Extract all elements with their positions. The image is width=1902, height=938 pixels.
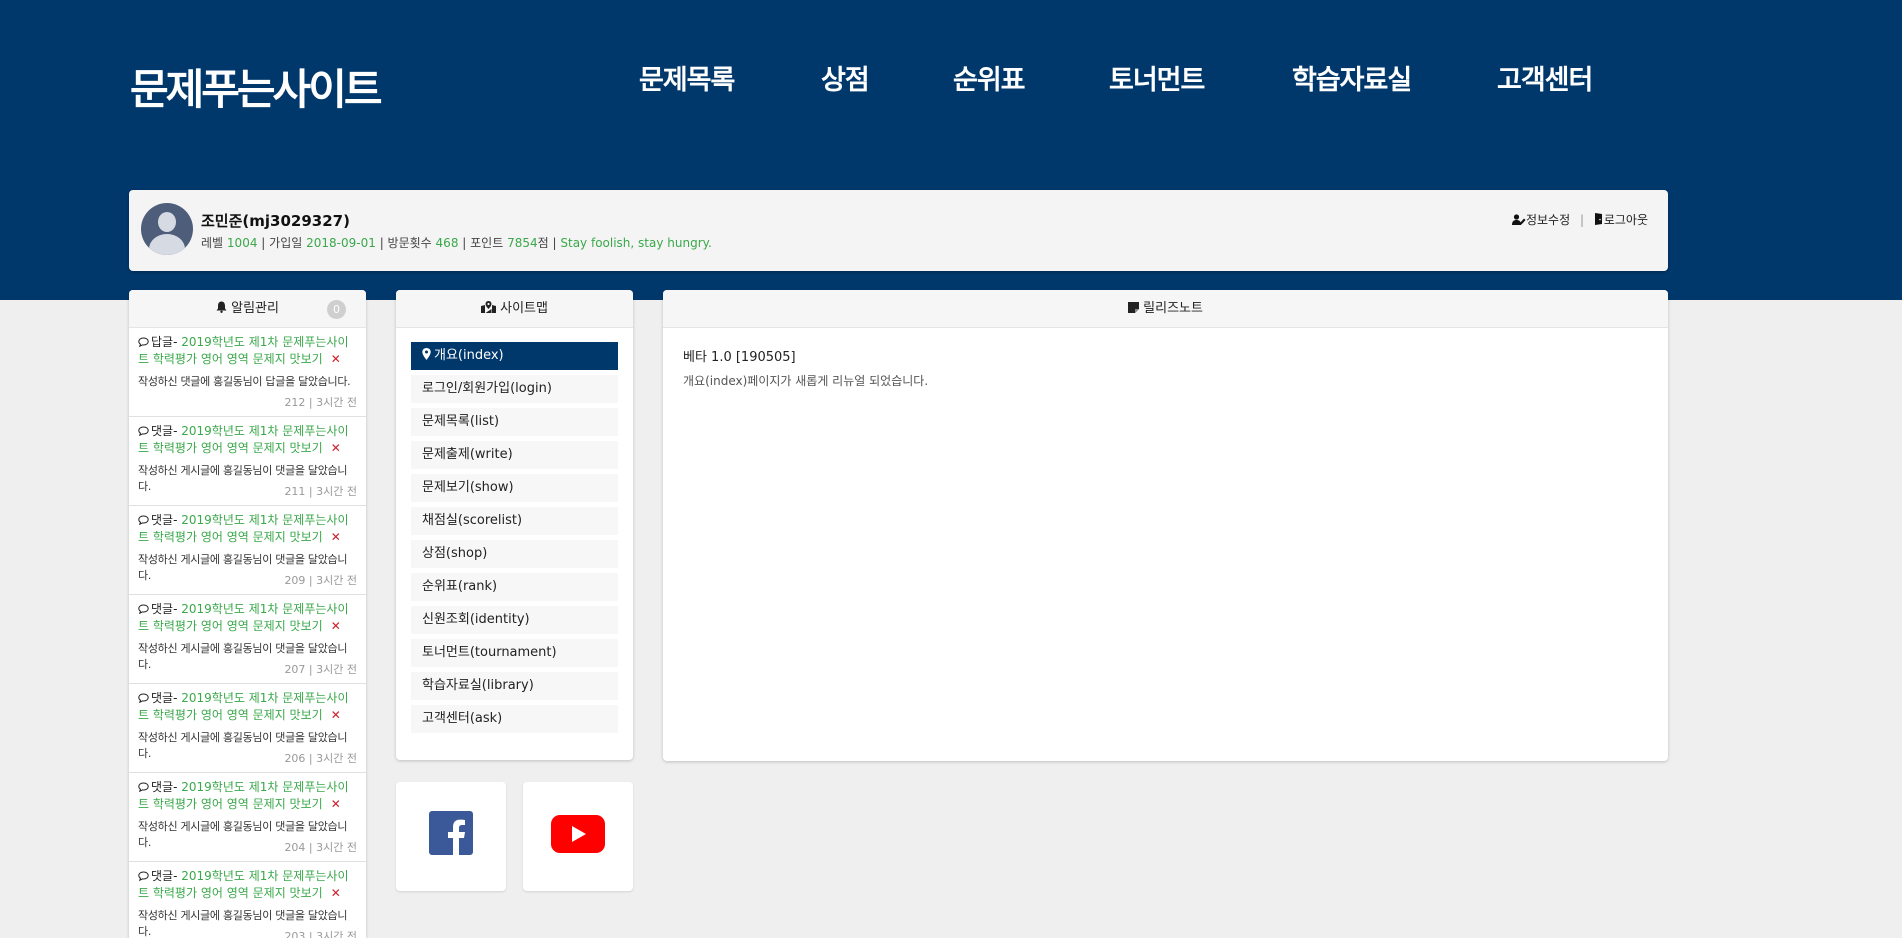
profile-join-date: 2018-09-01 [306, 236, 376, 250]
close-icon[interactable]: ✕ [331, 530, 341, 544]
sitemap-panel: 사이트맵 개요(index) 로그인/회원가입(login) 문제목록(list) 문… [396, 290, 633, 760]
sitemap-item[interactable]: 순위표(rank) [411, 573, 618, 601]
alarm-item[interactable]: 댓글- 2019학년도 제1차 문제푸는사이트 학력평가 영어 영역 문제지 맛… [129, 506, 366, 595]
nav-support[interactable]: 고객센터 [1497, 58, 1593, 97]
sitemap-panel-title: 사이트맵 [500, 301, 548, 316]
nav-tournament[interactable]: 토너먼트 [1109, 58, 1205, 97]
map-pin-icon [422, 348, 431, 360]
alarm-item[interactable]: 댓글- 2019학년도 제1차 문제푸는사이트 학력평가 영어 영역 문제지 맛… [129, 417, 366, 506]
sitemap-item[interactable]: 문제목록(list) [411, 408, 618, 436]
profile-name: 조민준(mj3029327) [201, 212, 350, 230]
profile-stats: 레벨 1004 | 가입일 2018-09-01 | 방문횟수 468 | 포인… [201, 236, 712, 250]
alarm-item-meta: 206 | 3시간 전 [284, 752, 357, 765]
logout-button[interactable]: 로그아웃 [1594, 213, 1648, 227]
speech-bubble-icon [138, 515, 149, 526]
alarm-item-title: 댓글- 2019학년도 제1차 문제푸는사이트 학력평가 영어 영역 문제지 맛… [138, 513, 349, 544]
alarm-item-type: 댓글 [151, 424, 174, 438]
facebook-icon [429, 811, 473, 855]
profile-actions: 정보수정 | 로그아웃 [1511, 211, 1648, 228]
alarm-item[interactable]: 댓글- 2019학년도 제1차 문제푸는사이트 학력평가 영어 영역 문제지 맛… [129, 773, 366, 862]
alarm-item[interactable]: 댓글- 2019학년도 제1차 문제푸는사이트 학력평가 영어 영역 문제지 맛… [129, 595, 366, 684]
alarm-item[interactable]: 댓글- 2019학년도 제1차 문제푸는사이트 학력평가 영어 영역 문제지 맛… [129, 862, 366, 938]
speech-bubble-icon [138, 337, 149, 348]
alarm-item-meta: 207 | 3시간 전 [284, 663, 357, 676]
youtube-icon [551, 815, 605, 853]
speech-bubble-icon [138, 871, 149, 882]
youtube-link[interactable] [523, 782, 633, 891]
alarm-item-title: 답글- 2019학년도 제1차 문제푸는사이트 학력평가 영어 영역 문제지 맛… [138, 335, 349, 366]
nav-library[interactable]: 학습자료실 [1292, 58, 1412, 97]
alarm-item[interactable]: 댓글- 2019학년도 제1차 문제푸는사이트 학력평가 영어 영역 문제지 맛… [129, 684, 366, 773]
alarm-list: 답글- 2019학년도 제1차 문제푸는사이트 학력평가 영어 영역 문제지 맛… [129, 328, 366, 938]
close-icon[interactable]: ✕ [331, 352, 341, 366]
speech-bubble-icon [138, 782, 149, 793]
alarm-item-type: 댓글 [151, 780, 174, 794]
site-logo[interactable]: 문제푸는사이트 [130, 56, 382, 117]
alarm-item-type: 댓글 [151, 602, 174, 616]
close-icon[interactable]: ✕ [331, 797, 341, 811]
alarm-item[interactable]: 답글- 2019학년도 제1차 문제푸는사이트 학력평가 영어 영역 문제지 맛… [129, 328, 366, 417]
alarm-item-meta: 211 | 3시간 전 [284, 485, 357, 498]
sitemap-item[interactable]: 신원조회(identity) [411, 606, 618, 634]
alarm-count-badge: 0 [327, 300, 346, 319]
alarm-item-type: 댓글 [151, 869, 174, 883]
nav-problem-list[interactable]: 문제목록 [639, 58, 735, 97]
profile-level: 1004 [226, 236, 258, 250]
alarm-item-title: 댓글- 2019학년도 제1차 문제푸는사이트 학력평가 영어 영역 문제지 맛… [138, 602, 349, 633]
alarm-item-title: 댓글- 2019학년도 제1차 문제푸는사이트 학력평가 영어 영역 문제지 맛… [138, 424, 349, 455]
release-note-header: 릴리즈노트 [663, 290, 1668, 328]
close-icon[interactable]: ✕ [331, 619, 341, 633]
alarm-item-meta: 203 | 3시간 전 [284, 930, 357, 938]
profile-points: 7854 [507, 236, 538, 250]
speech-bubble-icon [138, 693, 149, 704]
bell-icon [216, 301, 227, 313]
note-icon [1128, 302, 1140, 313]
alarm-item-type: 댓글 [151, 691, 174, 705]
nav-rank[interactable]: 순위표 [953, 58, 1026, 97]
sitemap-item[interactable]: 상점(shop) [411, 540, 618, 568]
map-marker-icon [481, 301, 496, 313]
close-icon[interactable]: ✕ [331, 708, 341, 722]
user-edit-icon [1511, 214, 1526, 225]
alarm-item-title: 댓글- 2019학년도 제1차 문제푸는사이트 학력평가 영어 영역 문제지 맛… [138, 780, 349, 811]
avatar [141, 203, 193, 255]
release-note-title: 릴리즈노트 [1143, 301, 1203, 316]
alarm-item-body: 작성하신 댓글에 홍길동님이 답글을 달았습니다. [138, 375, 351, 388]
sitemap-item[interactable]: 토너먼트(tournament) [411, 639, 618, 667]
sitemap-item[interactable]: 문제출제(write) [411, 441, 618, 469]
release-description: 개요(index)페이지가 새롭게 리뉴얼 되었습니다. [683, 374, 929, 388]
sitemap-list: 개요(index) 로그인/회원가입(login) 문제목록(list) 문제출제(w… [396, 328, 633, 733]
alarm-panel-title: 알림관리 [231, 301, 279, 316]
sitemap-item[interactable]: 고객센터(ask) [411, 705, 618, 733]
speech-bubble-icon [138, 426, 149, 437]
release-note-panel: 릴리즈노트 베타 1.0 [190505] 개요(index)페이지가 새롭게 … [663, 290, 1668, 761]
sitemap-item[interactable]: 채점실(scorelist) [411, 507, 618, 535]
nav-shop[interactable]: 상점 [821, 58, 870, 97]
alarm-item-title: 댓글- 2019학년도 제1차 문제푸는사이트 학력평가 영어 영역 문제지 맛… [138, 691, 349, 722]
speech-bubble-icon [138, 604, 149, 615]
close-icon[interactable]: ✕ [331, 886, 341, 900]
alarm-panel: 알림관리 0 답글- 2019학년도 제1차 문제푸는사이트 학력평가 영어 영… [129, 290, 366, 938]
edit-profile-button[interactable]: 정보수정 [1511, 213, 1574, 227]
alarm-panel-header: 알림관리 0 [129, 290, 366, 328]
release-version: 베타 1.0 [190505] [683, 350, 796, 365]
sitemap-item[interactable]: 문제보기(show) [411, 474, 618, 502]
alarm-item-title: 댓글- 2019학년도 제1차 문제푸는사이트 학력평가 영어 영역 문제지 맛… [138, 869, 349, 900]
alarm-item-meta: 212 | 3시간 전 [284, 396, 357, 409]
alarm-item-type: 댓글 [151, 513, 174, 527]
sitemap-panel-header: 사이트맵 [396, 290, 633, 328]
profile-card: 조민준(mj3029327) 레벨 1004 | 가입일 2018-09-01 … [129, 190, 1668, 271]
sitemap-item[interactable]: 개요(index) [411, 342, 618, 370]
alarm-item-type: 답글 [151, 335, 174, 349]
sitemap-item[interactable]: 로그인/회원가입(login) [411, 375, 618, 403]
facebook-link[interactable] [396, 782, 506, 891]
alarm-item-meta: 204 | 3시간 전 [284, 841, 357, 854]
profile-visits: 468 [435, 236, 459, 250]
door-icon [1594, 213, 1602, 225]
profile-motto: Stay foolish, stay hungry. [560, 236, 712, 250]
sitemap-item[interactable]: 학습자료실(library) [411, 672, 618, 700]
alarm-item-meta: 209 | 3시간 전 [284, 574, 357, 587]
close-icon[interactable]: ✕ [331, 441, 341, 455]
